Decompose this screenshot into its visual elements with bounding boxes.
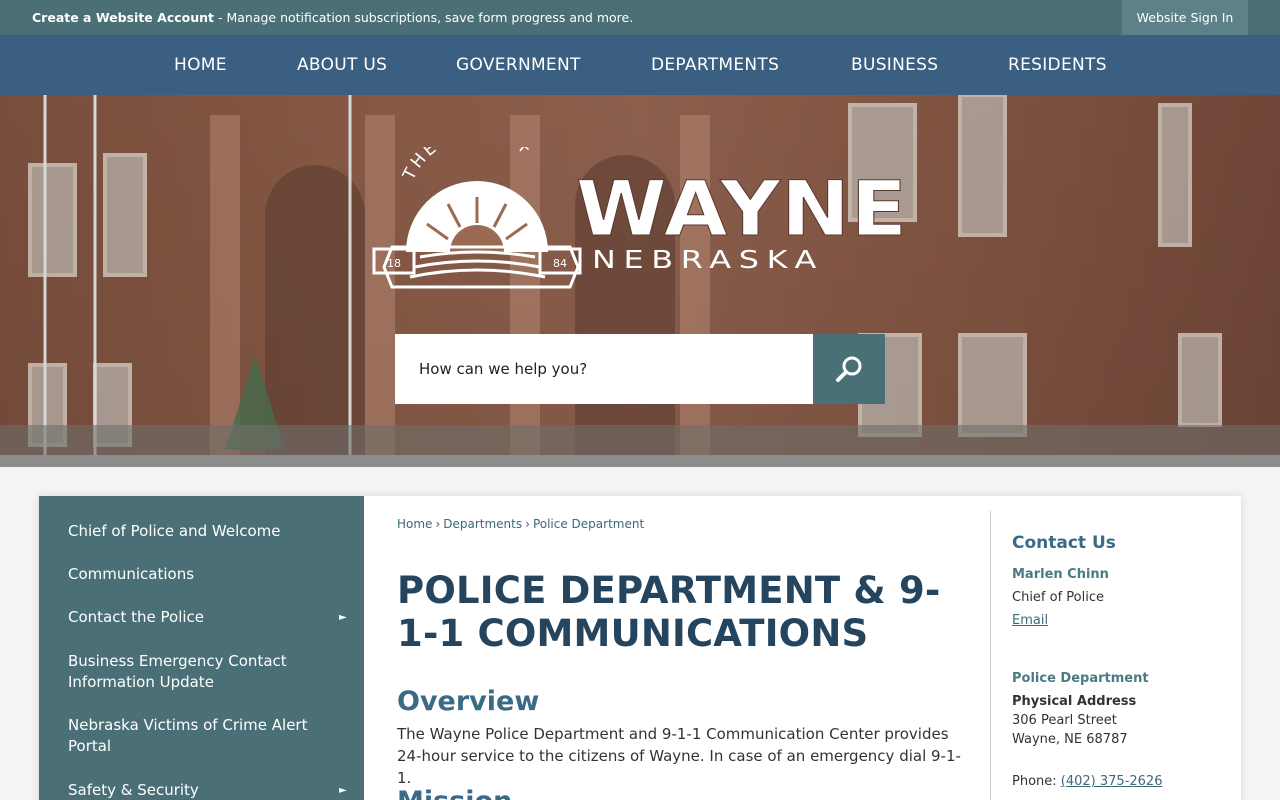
sidebar-item-victims-of-crime[interactable]: Nebraska Victims of Crime Alert Portal: [68, 715, 318, 757]
nav-departments[interactable]: DEPARTMENTS: [651, 35, 779, 95]
logo-year-left: 18: [387, 257, 401, 270]
sidebar-item-business-emergency[interactable]: Business Emergency Contact Information U…: [68, 651, 318, 693]
nav-about-us[interactable]: ABOUT US: [297, 35, 387, 95]
breadcrumb-separator: ›: [435, 517, 441, 531]
top-utility-bar: Create a Website Account - Manage notifi…: [0, 0, 1280, 35]
main-navigation: HOME ABOUT US GOVERNMENT DEPARTMENTS BUS…: [0, 35, 1280, 95]
submenu-arrow-icon[interactable]: ►: [339, 785, 347, 796]
contact-person-title: Chief of Police: [1012, 590, 1104, 605]
contact-person-name: Marlen Chinn: [1012, 567, 1109, 582]
submenu-arrow-icon[interactable]: ►: [339, 612, 347, 623]
logo-state-name: NEBRASKA: [592, 245, 824, 274]
address-line-1: 306 Pearl Street: [1012, 713, 1117, 728]
nav-government[interactable]: GOVERNMENT: [456, 35, 581, 95]
column-divider: [990, 511, 991, 800]
phone-label: Phone:: [1012, 774, 1061, 789]
city-logo[interactable]: THE CITY OF 18 84 WAYNE NEBRASKA: [370, 147, 930, 297]
logo-city-name: WAYNE: [576, 164, 908, 253]
mission-heading: Mission: [397, 786, 512, 800]
overview-heading: Overview: [397, 686, 540, 717]
search-button[interactable]: [813, 334, 885, 404]
logo-arc-text: THE CITY OF: [399, 147, 538, 184]
nav-residents[interactable]: RESIDENTS: [1008, 35, 1107, 95]
sidebar-item-communications[interactable]: Communications: [68, 564, 318, 585]
sidebar-item-contact-the-police[interactable]: Contact the Police: [68, 607, 318, 628]
nav-home[interactable]: HOME: [174, 35, 227, 95]
email-link[interactable]: Email: [1012, 613, 1048, 628]
page-title: POLICE DEPARTMENT & 9-1-1 COMMUNICATIONS: [397, 569, 941, 655]
account-message: Create a Website Account - Manage notifi…: [32, 10, 633, 25]
logo-year-right: 84: [553, 257, 567, 270]
account-message-text: - Manage notification subscriptions, sav…: [214, 10, 634, 25]
contact-us-heading: Contact Us: [1012, 533, 1116, 553]
phone-row: Phone: (402) 375-2626: [1012, 774, 1162, 789]
hero-bottom-strip: [0, 455, 1280, 467]
nav-business[interactable]: BUSINESS: [851, 35, 938, 95]
contact-department-name: Police Department: [1012, 671, 1149, 686]
breadcrumb-home[interactable]: Home: [397, 517, 432, 531]
site-search-input[interactable]: [395, 334, 813, 404]
breadcrumb-separator: ›: [525, 517, 530, 531]
physical-address-label: Physical Address: [1012, 694, 1137, 709]
address-line-2: Wayne, NE 68787: [1012, 732, 1128, 747]
sidebar-navigation: Chief of Police and Welcome Communicatio…: [39, 496, 364, 800]
breadcrumb-departments[interactable]: Departments: [443, 517, 522, 531]
breadcrumb: Home › Departments › Police Department: [397, 517, 644, 531]
breadcrumb-police-department[interactable]: Police Department: [533, 517, 644, 531]
phone-link[interactable]: (402) 375-2626: [1061, 774, 1163, 789]
sidebar-item-safety-security[interactable]: Safety & Security: [68, 780, 318, 800]
email-row: Email: [1012, 613, 1048, 628]
search-icon: [836, 356, 862, 382]
overview-text: The Wayne Police Department and 9-1-1 Co…: [397, 725, 961, 787]
create-account-link[interactable]: Create a Website Account: [32, 10, 214, 25]
sidebar-item-chief-of-police[interactable]: Chief of Police and Welcome: [68, 521, 318, 542]
website-sign-in-button[interactable]: Website Sign In: [1122, 0, 1248, 35]
